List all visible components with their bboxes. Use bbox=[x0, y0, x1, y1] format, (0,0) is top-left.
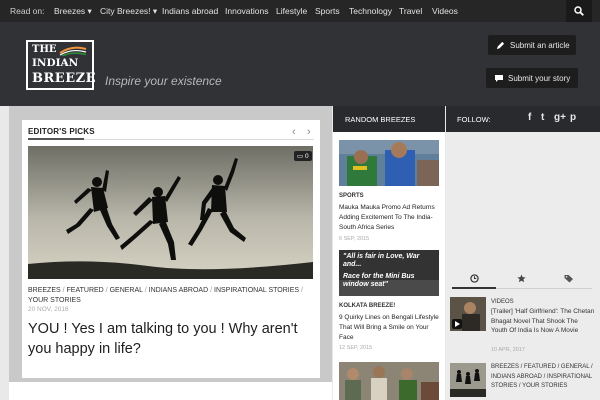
submit-story-button[interactable]: Submit your story bbox=[486, 68, 578, 88]
twitter-icon[interactable]: t bbox=[541, 112, 544, 123]
clock-icon bbox=[470, 274, 479, 283]
sidebar-post-thumbnail[interactable] bbox=[450, 363, 486, 397]
post-title[interactable]: Mauka Mauka Promo Ad Returns Adding Exci… bbox=[339, 203, 441, 233]
editors-picks-card: EDITOR'S PICKS ‹ › ▭ 0 BREEZES / FEATURE… bbox=[22, 120, 320, 378]
pencil-icon bbox=[496, 41, 505, 50]
comment-bubble-icon: ▭ bbox=[297, 153, 304, 160]
top-navigation: Read on: Breezes ▾ City Breezes! ▾ India… bbox=[0, 0, 600, 22]
tab-recent[interactable] bbox=[452, 270, 496, 288]
follow-header: FOLLOW: f t g+ p bbox=[446, 106, 600, 132]
search-icon bbox=[574, 6, 584, 16]
post-date: 6 SEP, 2015 bbox=[339, 236, 370, 242]
random-breezes-header: RANDOM BREEZES bbox=[333, 106, 445, 132]
image-caption-line-1: "All is fair in Love, War and... bbox=[343, 253, 420, 268]
post-category[interactable]: KOLKATA BREEZE! bbox=[339, 303, 395, 309]
post-thumbnail[interactable] bbox=[339, 362, 439, 400]
featured-title[interactable]: YOU ! Yes I am talking to you ! Why aren… bbox=[28, 319, 316, 359]
search-button[interactable] bbox=[566, 0, 592, 22]
nav-indians-abroad[interactable]: Indians abroad bbox=[162, 6, 218, 16]
prev-arrow-icon[interactable]: ‹ bbox=[292, 126, 296, 138]
category-link[interactable]: YOUR STORIES bbox=[28, 297, 81, 304]
featured-image[interactable]: ▭ 0 bbox=[28, 146, 313, 279]
jumping-silhouettes-image bbox=[28, 146, 313, 279]
editors-picks-label: EDITOR'S PICKS bbox=[28, 127, 95, 136]
logo-line-3: BREEZE bbox=[32, 71, 97, 86]
site-header: THE INDIAN BREEZE Inspire your existence… bbox=[0, 22, 600, 106]
crowd-image bbox=[339, 362, 439, 400]
site-tagline: Inspire your existence bbox=[105, 74, 222, 88]
comment-count-badge: ▭ 0 bbox=[294, 151, 312, 161]
random-breezes-list: SPORTS Mauka Mauka Promo Ad Returns Addi… bbox=[333, 132, 445, 400]
flag-stripes-icon bbox=[59, 46, 87, 56]
submit-story-label: Submit your story bbox=[508, 74, 571, 83]
tab-popular[interactable] bbox=[499, 270, 543, 288]
post-thumbnail[interactable] bbox=[339, 140, 439, 186]
section-divider-accent bbox=[28, 138, 84, 140]
nav-breezes[interactable]: Breezes ▾ bbox=[54, 6, 92, 17]
image-caption-line-2: Race for the Mini Bus window seat" bbox=[343, 273, 415, 288]
editors-picks-panel: EDITOR'S PICKS ‹ › ▭ 0 BREEZES / FEATURE… bbox=[9, 106, 332, 400]
nav-videos[interactable]: Videos bbox=[432, 6, 458, 16]
submit-article-label: Submit an article bbox=[510, 41, 570, 50]
random-breezes-heading: RANDOM BREEZES bbox=[345, 115, 416, 124]
tag-icon bbox=[564, 275, 573, 283]
tab-tags[interactable] bbox=[546, 270, 590, 288]
facebook-icon[interactable]: f bbox=[528, 112, 531, 123]
category-link[interactable]: INSPIRATIONAL STORIES bbox=[214, 287, 299, 294]
sidebar-post-categories[interactable]: BREEZES / FEATURED / GENERAL / INDIANS A… bbox=[491, 363, 595, 392]
movie-trailer-image bbox=[450, 297, 486, 331]
pinterest-icon[interactable]: p bbox=[570, 112, 576, 123]
sidebar-widget: VIDEOS [Trailer] 'Half Girlfriend': The … bbox=[446, 132, 600, 400]
comment-count: 0 bbox=[304, 153, 309, 160]
sidebar-post-title[interactable]: [Trailer] 'Half Girlfriend': The Chetan … bbox=[491, 307, 595, 336]
logo-line-2: INDIAN bbox=[32, 57, 79, 69]
comment-icon bbox=[495, 75, 503, 82]
sidebar-tabs bbox=[452, 270, 592, 288]
category-link[interactable]: BREEZES bbox=[28, 287, 61, 294]
site-logo[interactable]: THE INDIAN BREEZE bbox=[26, 40, 97, 90]
nav-lifestyle[interactable]: Lifestyle bbox=[276, 6, 307, 16]
google-plus-icon[interactable]: g+ bbox=[554, 112, 566, 123]
post-date: 12 SEP, 2015 bbox=[339, 345, 373, 351]
follow-label: FOLLOW: bbox=[457, 115, 491, 124]
sidebar-post-date: 10 APR, 2017 bbox=[491, 347, 525, 353]
post-thumbnail[interactable]: "All is fair in Love, War and... Race fo… bbox=[339, 250, 439, 296]
nav-sports[interactable]: Sports bbox=[315, 6, 340, 16]
post-title[interactable]: 9 Quirky Lines on Bengali Lifestyle That… bbox=[339, 313, 441, 343]
category-link[interactable]: FEATURED bbox=[67, 287, 104, 294]
nav-technology[interactable]: Technology bbox=[349, 6, 392, 16]
jumping-silhouettes-thumb bbox=[450, 363, 486, 397]
next-arrow-icon[interactable]: › bbox=[307, 126, 311, 138]
nav-city-breezes[interactable]: City Breezes! ▾ bbox=[100, 6, 157, 17]
featured-categories: BREEZES / FEATURED / GENERAL / INDIANS A… bbox=[28, 287, 303, 304]
nav-travel[interactable]: Travel bbox=[399, 6, 422, 16]
star-icon bbox=[517, 274, 526, 283]
logo-line-1: THE bbox=[32, 44, 57, 55]
featured-date: 20 NOV, 2016 bbox=[28, 306, 69, 313]
cricket-players-image bbox=[339, 140, 439, 186]
category-link[interactable]: INDIANS ABROAD bbox=[149, 287, 209, 294]
sidebar-post-thumbnail[interactable] bbox=[450, 297, 486, 331]
category-link[interactable]: GENERAL bbox=[110, 287, 143, 294]
submit-article-button[interactable]: Submit an article bbox=[488, 35, 576, 55]
active-tab-indicator bbox=[452, 287, 496, 289]
next-post-card bbox=[9, 382, 332, 400]
nav-innovations[interactable]: Innovations bbox=[225, 6, 268, 16]
post-category[interactable]: SPORTS bbox=[339, 193, 364, 199]
read-on-label: Read on: bbox=[10, 6, 45, 16]
